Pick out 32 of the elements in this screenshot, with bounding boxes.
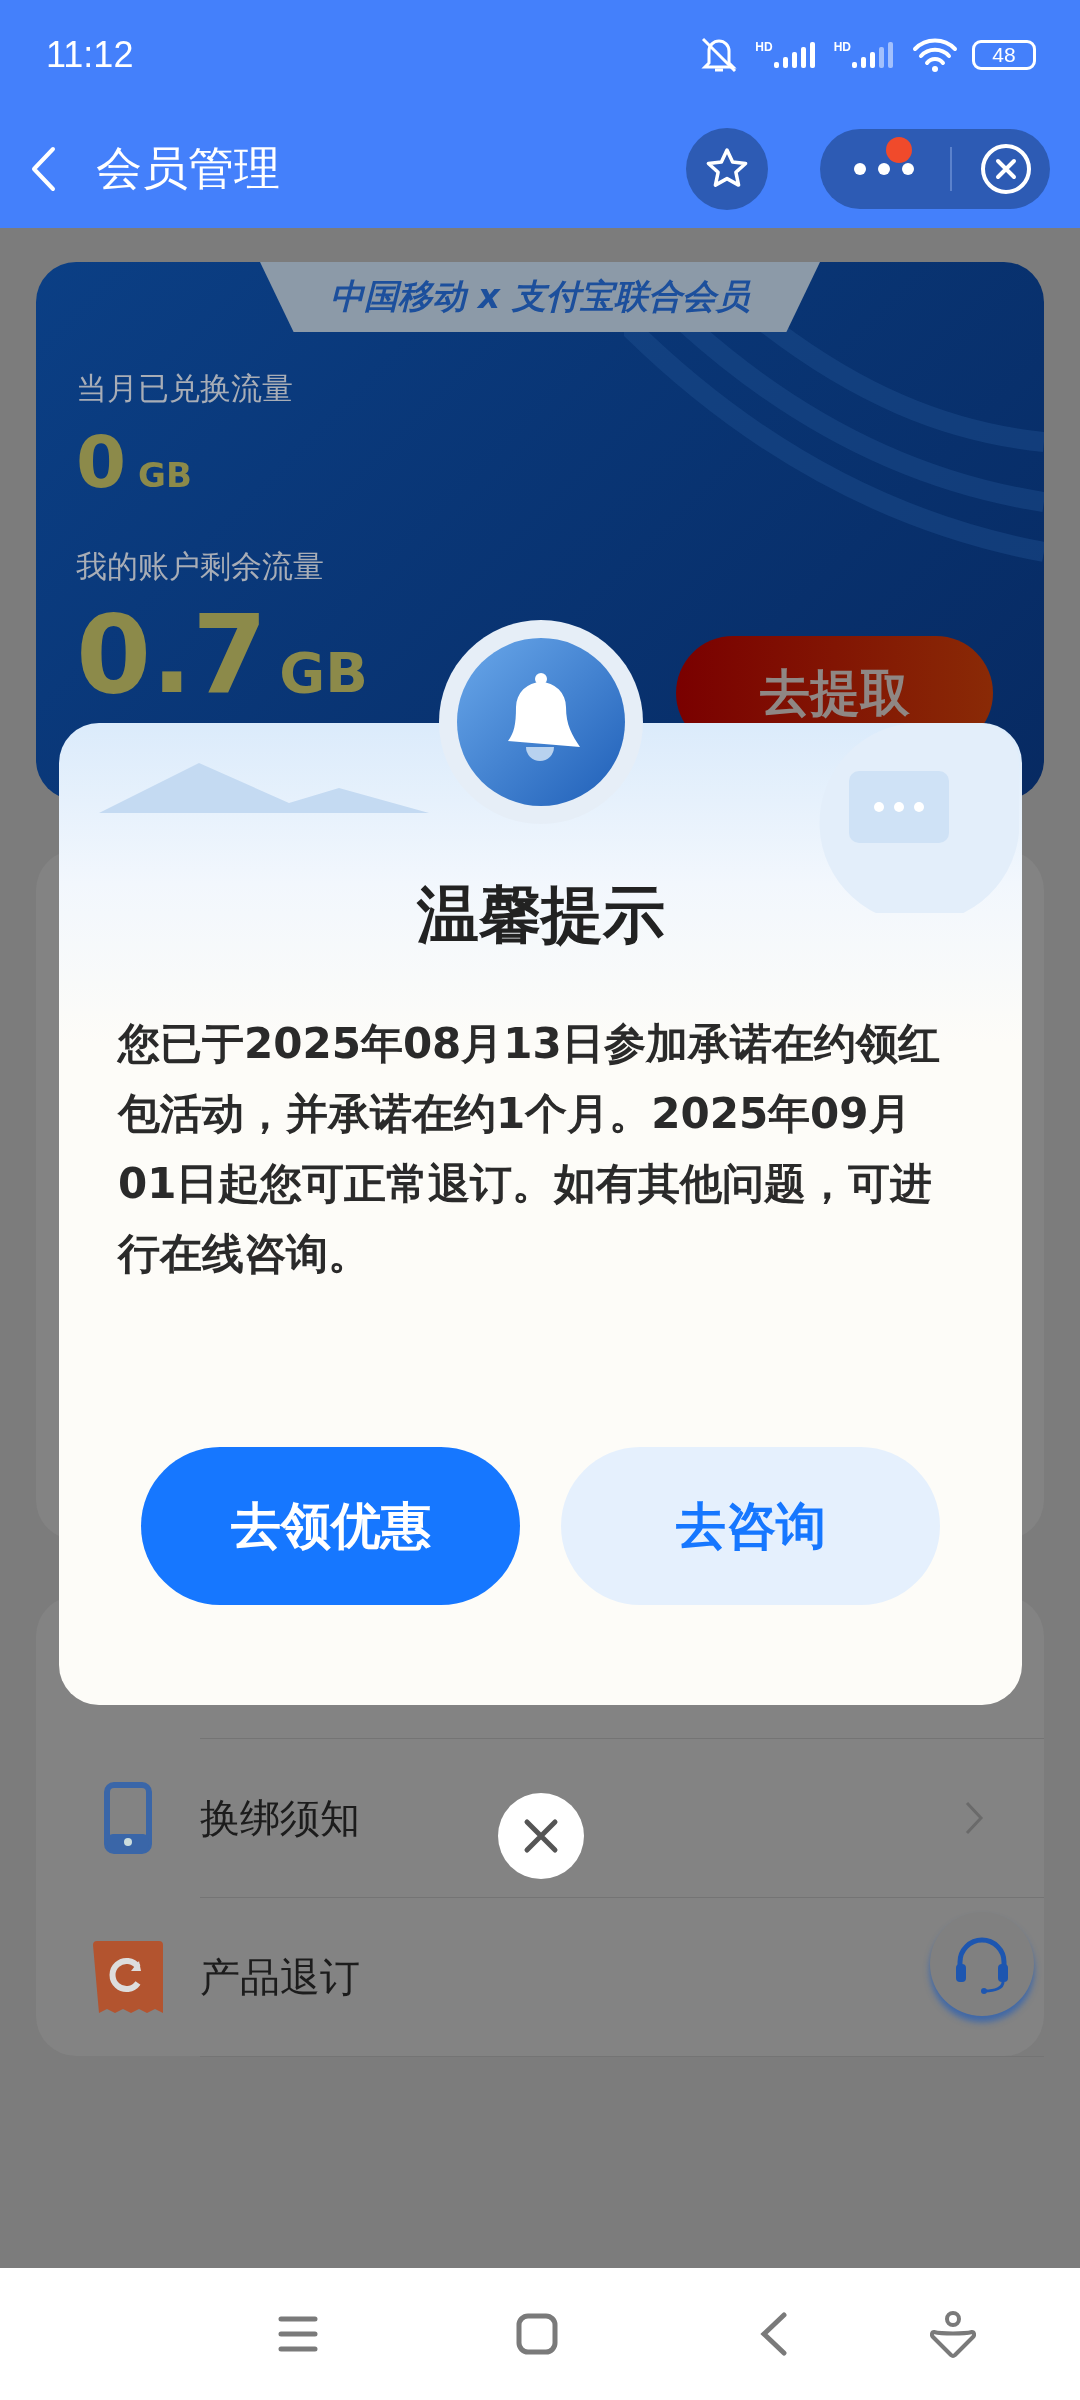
notification-dot [886, 137, 912, 163]
smartphone-icon [104, 1782, 152, 1854]
stat-unit: GB [279, 640, 368, 705]
status-time: 11:12 [46, 34, 134, 76]
page-title: 会员管理 [96, 140, 281, 197]
more-icon[interactable] [852, 161, 916, 177]
network-type-label: HD [755, 40, 773, 54]
claim-offer-button[interactable]: 去领优惠 [141, 1447, 520, 1605]
chevron-icon [964, 1800, 984, 1836]
wifi-icon [912, 37, 958, 73]
card-banner: 中国移动 x 支付宝联合会员 [260, 262, 820, 332]
refund-receipt-icon [93, 1941, 163, 2013]
back-icon[interactable] [30, 146, 56, 192]
menu-label: 产品退订 [200, 1952, 360, 2002]
stat-label: 当月已兑换流量 [76, 369, 294, 408]
consult-button[interactable]: 去咨询 [561, 1447, 940, 1605]
stat-unit: GB [138, 455, 192, 495]
stat-value: 0 [76, 422, 127, 502]
menu-label: 换绑须知 [200, 1793, 360, 1843]
close-icon[interactable] [980, 143, 1032, 195]
dialog-title: 温馨提示 [416, 877, 665, 953]
stat-value: 0.7 [76, 600, 268, 710]
back-icon[interactable] [760, 2312, 788, 2356]
battery-indicator: 48 [972, 40, 1036, 70]
network-type-label: HD [833, 40, 851, 54]
assistant-icon[interactable] [930, 2310, 976, 2358]
home-icon[interactable] [516, 2313, 558, 2355]
dialog-message: 您已于2025年08月13日参加承诺在约领红包活动，并承诺在约1个月。2025年09月01日起您可正常退订。如有其他问题，可进行在线咨询。 [118, 1018, 941, 1280]
menu-icon[interactable] [278, 2315, 318, 2353]
bell-icon [438, 619, 644, 825]
stat-label: 我的账户剩余流量 [76, 547, 325, 586]
chat-bubble-icon [849, 771, 949, 843]
